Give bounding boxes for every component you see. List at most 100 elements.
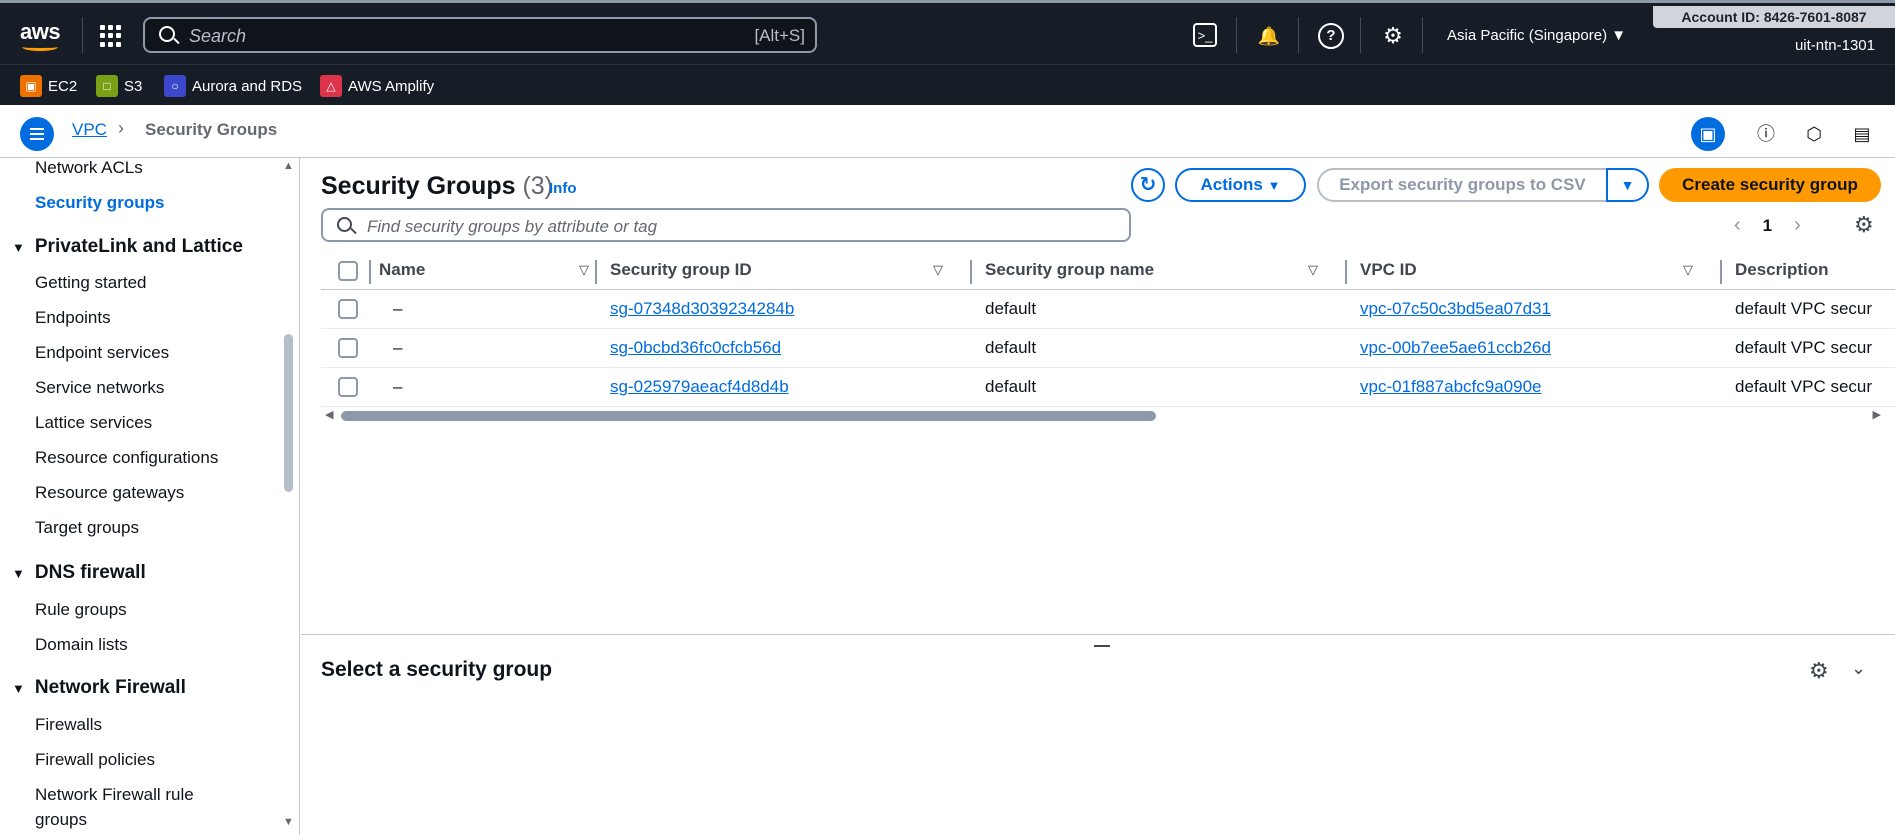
page-number[interactable]: 1 <box>1763 216 1772 236</box>
column-divider[interactable] <box>1720 260 1722 284</box>
favorite-ec2[interactable]: ▣ EC2 <box>20 75 77 97</box>
favorite-label: EC2 <box>48 77 78 95</box>
cell-name: – <box>393 299 403 318</box>
table-horizontal-scrollbar[interactable]: ◀ ▶ <box>321 408 1881 422</box>
select-all-checkbox[interactable] <box>338 261 358 281</box>
favorite-aurora-rds[interactable]: ○ Aurora and RDS <box>164 75 302 97</box>
row-checkbox[interactable] <box>338 338 358 358</box>
column-header-description[interactable]: Description <box>1735 260 1829 280</box>
sidebar-item-endpoint-services[interactable]: Endpoint services <box>35 343 169 363</box>
sidebar-scrollbar[interactable]: ▲ ▼ <box>283 160 294 828</box>
global-search-input[interactable]: Search [Alt+S] <box>143 17 817 53</box>
scroll-right-icon[interactable]: ▶ <box>1873 408 1881 421</box>
cell-vpc-id-link[interactable]: vpc-00b7ee5ae61ccb26d <box>1360 338 1551 358</box>
settings-gear-icon[interactable]: ⚙ <box>1380 23 1406 49</box>
sidebar-item-security-groups[interactable]: Security groups <box>35 193 164 213</box>
table-row[interactable]: – sg-025979aeacf4d8d4b default vpc-01f88… <box>321 368 1895 407</box>
shield-icon[interactable]: ⬡ <box>1797 117 1831 151</box>
cell-sg-name: default <box>985 377 1037 396</box>
region-selector[interactable]: Asia Pacific (Singapore) ▼ <box>1447 27 1626 44</box>
aws-logo[interactable]: aws <box>20 19 61 51</box>
sidebar-section-dns-firewall[interactable]: ▼ DNS firewall <box>12 562 146 584</box>
aws-logo-smile <box>22 43 58 51</box>
next-page-icon[interactable]: › <box>1794 214 1801 237</box>
scroll-down-icon[interactable]: ▼ <box>283 816 294 828</box>
side-navigation-toggle[interactable] <box>20 117 54 151</box>
scrollbar-thumb[interactable] <box>284 334 293 492</box>
sidebar-item-firewall-policies[interactable]: Firewall policies <box>35 750 155 770</box>
column-header-vpc-id[interactable]: VPC ID ▽ <box>1360 260 1693 280</box>
sort-icon[interactable]: ▽ <box>579 262 589 278</box>
row-checkbox[interactable] <box>338 377 358 397</box>
prev-page-icon[interactable]: ‹ <box>1734 214 1741 237</box>
cell-sg-id-link[interactable]: sg-025979aeacf4d8d4b <box>610 377 789 397</box>
user-menu[interactable]: uit-ntn-1301 <box>1795 37 1875 54</box>
sort-icon[interactable]: ▽ <box>1308 262 1318 278</box>
sidebar-item-domain-lists[interactable]: Domain lists <box>35 635 128 655</box>
column-divider[interactable] <box>595 260 597 284</box>
sidebar-item-network-acls[interactable]: Network ACLs <box>35 158 143 178</box>
split-panel-preferences-gear-icon[interactable]: ⚙ <box>1809 658 1829 684</box>
split-panel-resize-handle[interactable] <box>1094 645 1110 647</box>
sidebar-item-firewalls[interactable]: Firewalls <box>35 715 102 735</box>
table-preferences-gear-icon[interactable]: ⚙ <box>1854 212 1874 238</box>
cell-vpc-id-link[interactable]: vpc-01f887abcfc9a090e <box>1360 377 1541 397</box>
cell-sg-id-link[interactable]: sg-07348d3039234284b <box>610 299 794 319</box>
sidebar-item-resource-gateways[interactable]: Resource gateways <box>35 483 184 503</box>
sidebar-section-privatelink[interactable]: ▼ PrivateLink and Lattice <box>12 236 243 258</box>
favorite-amplify[interactable]: △ AWS Amplify <box>320 75 434 97</box>
cloudshell-icon[interactable]: >_ <box>1193 23 1217 47</box>
scrollbar-thumb[interactable] <box>341 411 1156 421</box>
sidebar-item-network-firewall-rule-groups-cont[interactable]: groups <box>35 810 87 830</box>
info-link[interactable]: Info <box>549 180 577 197</box>
info-icon[interactable]: ⓘ <box>1749 117 1783 151</box>
column-header-sg-name[interactable]: Security group name ▽ <box>985 260 1318 280</box>
column-header-name[interactable]: Name ▽ <box>379 260 589 280</box>
column-header-sg-id[interactable]: Security group ID ▽ <box>610 260 943 280</box>
table-row[interactable]: – sg-07348d3039234284b default vpc-07c50… <box>321 290 1895 329</box>
cell-sg-id-link[interactable]: sg-0bcbd36fc0cfcb56d <box>610 338 781 358</box>
services-grid-icon[interactable] <box>100 25 122 47</box>
sidebar-item-getting-started[interactable]: Getting started <box>35 273 147 293</box>
sort-icon[interactable]: ▽ <box>1683 262 1693 278</box>
column-divider[interactable] <box>1345 260 1347 284</box>
help-icon[interactable]: ? <box>1318 23 1344 49</box>
filter-input[interactable]: Find security groups by attribute or tag <box>321 208 1131 242</box>
actions-button[interactable]: Actions ▼ <box>1175 168 1306 202</box>
section-title: DNS firewall <box>34 562 146 583</box>
caret-down-icon: ▼ <box>12 240 25 255</box>
export-dropdown-button[interactable]: ▼ <box>1606 168 1649 202</box>
pagination: ‹ 1 › <box>1734 214 1801 237</box>
caret-down-icon: ▼ <box>12 681 25 696</box>
row-checkbox[interactable] <box>338 299 358 319</box>
refresh-button[interactable]: ↻ <box>1131 168 1165 202</box>
section-title: Network Firewall <box>34 677 186 698</box>
sidebar-item-target-groups[interactable]: Target groups <box>35 518 139 538</box>
column-label: Security group name <box>985 260 1155 279</box>
table-row[interactable]: – sg-0bcbd36fc0cfcb56d default vpc-00b7e… <box>321 329 1895 368</box>
split-panel-divider <box>301 634 1895 635</box>
sidebar-section-network-firewall[interactable]: ▼ Network Firewall <box>12 677 186 699</box>
export-csv-button[interactable]: Export security groups to CSV <box>1317 168 1608 202</box>
sidebar-item-rule-groups[interactable]: Rule groups <box>35 600 127 620</box>
caret-down-icon: ▼ <box>12 566 25 581</box>
sidebar-item-network-firewall-rule-groups[interactable]: Network Firewall rule <box>35 785 194 805</box>
column-divider[interactable] <box>970 260 972 284</box>
sidebar-item-endpoints[interactable]: Endpoints <box>35 308 111 328</box>
sort-icon[interactable]: ▽ <box>933 262 943 278</box>
feedback-icon[interactable]: ▤ <box>1845 117 1879 151</box>
breadcrumb-vpc-link[interactable]: VPC <box>72 120 107 140</box>
create-security-group-button[interactable]: Create security group <box>1659 168 1881 202</box>
scroll-left-icon[interactable]: ◀ <box>325 408 333 421</box>
scroll-up-icon[interactable]: ▲ <box>283 160 294 172</box>
cell-vpc-id-link[interactable]: vpc-07c50c3bd5ea07d31 <box>1360 299 1551 319</box>
chevron-down-icon[interactable]: ⌄ <box>1851 658 1866 679</box>
sidebar-item-resource-configurations[interactable]: Resource configurations <box>35 448 218 468</box>
sidebar-item-service-networks[interactable]: Service networks <box>35 378 164 398</box>
favorite-s3[interactable]: □ S3 <box>96 75 142 97</box>
caret-down-icon: ▼ <box>1620 177 1635 193</box>
region-label: Asia Pacific (Singapore) <box>1447 27 1608 44</box>
notifications-bell-icon[interactable]: 🔔 <box>1256 23 1282 49</box>
split-panel-icon[interactable]: ▣ <box>1691 117 1725 151</box>
sidebar-item-lattice-services[interactable]: Lattice services <box>35 413 152 433</box>
